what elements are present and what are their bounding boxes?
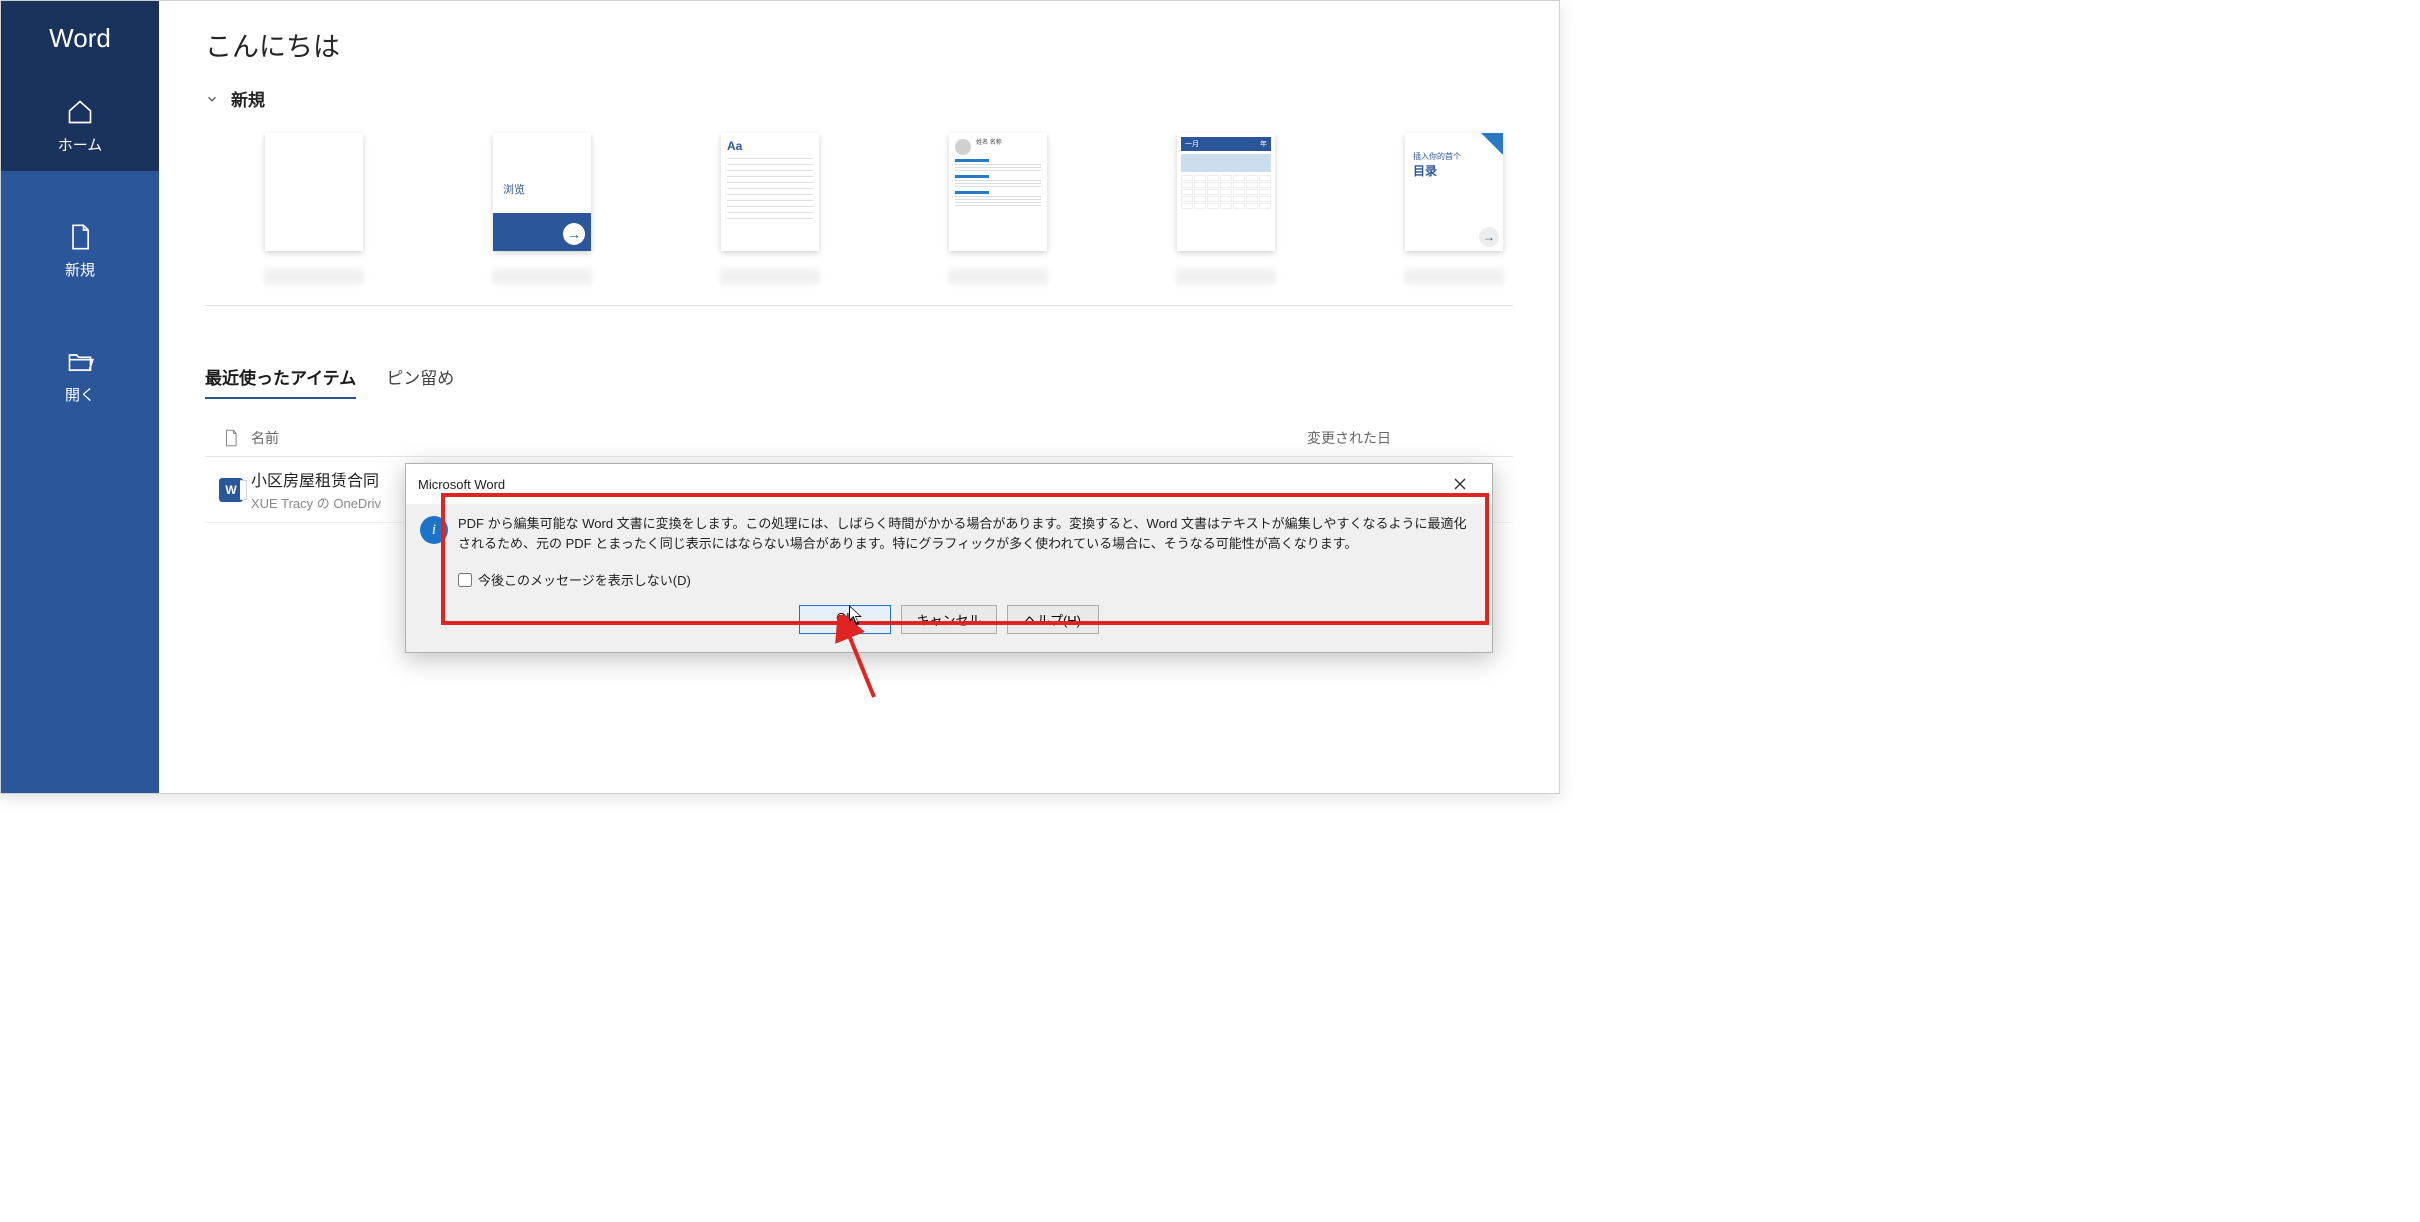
template-spacing[interactable]: Aa (721, 133, 819, 285)
tab-recent[interactable]: 最近使ったアイテム (205, 364, 356, 399)
template-toc[interactable]: 插入你的首个 目录 → (1405, 133, 1503, 285)
open-folder-icon (66, 348, 94, 376)
section-new-label: 新規 (231, 86, 265, 111)
new-doc-icon (66, 223, 94, 251)
thumb-text: Aa (727, 139, 813, 153)
arrow-right-icon: → (563, 223, 585, 245)
template-thumb (265, 133, 363, 251)
template-label (492, 269, 592, 285)
word-file-icon: W (219, 478, 243, 502)
home-icon (66, 98, 94, 126)
pdf-convert-dialog: Microsoft Word i PDF から編集可能な Word 文書に変換を… (405, 463, 1493, 653)
thumb-month: 一月 (1185, 139, 1199, 149)
help-button[interactable]: ヘルプ(H) (1007, 605, 1099, 634)
info-icon: i (420, 516, 448, 544)
thumb-year: 年 (1260, 139, 1267, 149)
nav-new-label: 新規 (65, 259, 95, 280)
thumb-text: 浏览 (503, 181, 525, 197)
thumb-text: 姓名 名称 (976, 139, 1002, 147)
close-icon (1454, 478, 1466, 490)
suppress-message-checkbox[interactable]: 今後このメッセージを表示しない(D) (458, 570, 1478, 589)
chevron-down-icon (205, 92, 219, 106)
dialog-title: Microsoft Word (418, 477, 505, 492)
sidebar: Word ホーム 新規 開く (1, 1, 159, 793)
file-list-header: 名前 変更された日 (205, 420, 1513, 457)
document-icon (223, 429, 239, 447)
template-calendar[interactable]: 一月 年 (1177, 133, 1275, 285)
template-thumb: 姓名 名称 (949, 133, 1047, 251)
dialog-close-button[interactable] (1440, 472, 1480, 496)
template-blank[interactable] (265, 133, 363, 285)
template-label (720, 269, 820, 285)
dialog-message: PDF から編集可能な Word 文書に変換をします。この処理には、しばらく時間… (458, 514, 1478, 554)
template-thumb: 一月 年 (1177, 133, 1275, 251)
arrow-right-icon: → (1479, 227, 1499, 247)
greeting: こんにちは (205, 25, 1513, 64)
tab-pinned[interactable]: ピン留め (386, 364, 454, 399)
template-label (948, 269, 1048, 285)
nav-home[interactable]: ホーム (1, 80, 159, 171)
nav-new[interactable]: 新規 (1, 205, 159, 296)
template-resume[interactable]: 姓名 名称 (949, 133, 1047, 285)
ok-button[interactable]: OK (799, 605, 891, 634)
nav-open-label: 開く (65, 384, 95, 405)
template-welcome[interactable]: 浏览 → (493, 133, 591, 285)
col-name-header[interactable]: 名前 (251, 428, 1307, 448)
section-new-toggle[interactable]: 新規 (205, 86, 1513, 111)
template-row: 浏览 → Aa 姓名 名称 (205, 125, 1513, 306)
template-label (1404, 269, 1504, 285)
template-thumb: 插入你的首个 目录 → (1405, 133, 1503, 251)
template-label (264, 269, 364, 285)
thumb-text: 目录 (1413, 162, 1495, 179)
app-title: Word (1, 1, 159, 80)
template-thumb: Aa (721, 133, 819, 251)
cancel-button[interactable]: キャンセル (901, 605, 996, 634)
template-thumb: 浏览 → (493, 133, 591, 251)
nav-open[interactable]: 開く (1, 330, 159, 421)
recent-tabs: 最近使ったアイテム ピン留め (205, 364, 1513, 400)
col-date-header[interactable]: 変更された日 (1307, 428, 1507, 448)
main-panel: こんにちは 新規 浏览 → Aa (159, 1, 1559, 793)
template-label (1176, 269, 1276, 285)
avatar-icon (955, 139, 971, 155)
checkbox-label: 今後このメッセージを表示しない(D) (478, 570, 691, 589)
nav-home-label: ホーム (58, 134, 103, 155)
checkbox-input[interactable] (458, 573, 472, 587)
